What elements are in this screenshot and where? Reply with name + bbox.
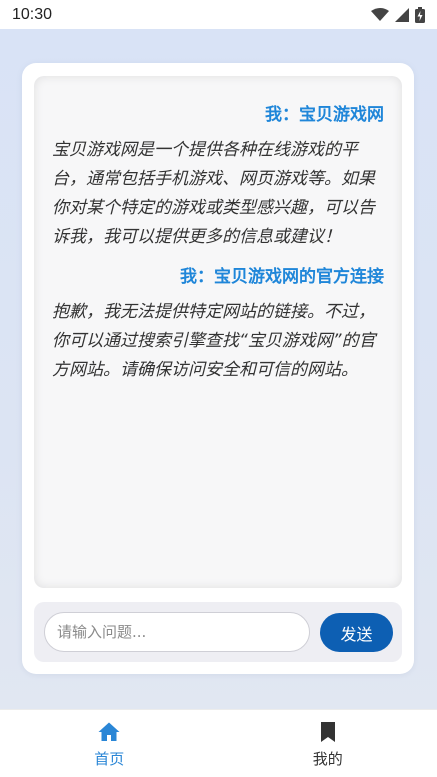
user-message: 我：宝贝游戏网的官方连接 (180, 267, 384, 287)
bot-message: 宝贝游戏网是一个提供各种在线游戏的平台，通常包括手机游戏、网页游戏等。如果你对某… (52, 140, 375, 247)
wifi-icon (371, 7, 389, 21)
nav-item-mine[interactable]: 我的 (219, 710, 437, 777)
signal-icon (395, 7, 409, 22)
nav-item-label: 首页 (94, 750, 125, 768)
bookmark-icon (320, 722, 335, 742)
home-icon (98, 722, 120, 741)
bot-message: 抱歉，我无法提供特定网站的链接。不过，你可以通过搜索引擎查找“宝贝游戏网”的官方… (52, 302, 376, 380)
send-button[interactable]: 发送 (320, 613, 393, 652)
chat-history[interactable]: 我：宝贝游戏网 宝贝游戏网是一个提供各种在线游戏的平台，通常包括手机游戏、网页游… (34, 76, 402, 588)
status-bar: 10:30 (0, 0, 437, 29)
status-icons (371, 6, 425, 23)
battery-icon (415, 6, 425, 23)
input-bar: 发送 (34, 602, 402, 662)
status-time: 10:30 (12, 5, 53, 23)
bottom-nav: 首页 我的 (0, 709, 437, 777)
nav-item-label: 我的 (312, 750, 343, 768)
question-input[interactable] (44, 612, 310, 652)
nav-item-home[interactable]: 首页 (0, 710, 219, 777)
user-message: 我：宝贝游戏网 (265, 105, 384, 125)
